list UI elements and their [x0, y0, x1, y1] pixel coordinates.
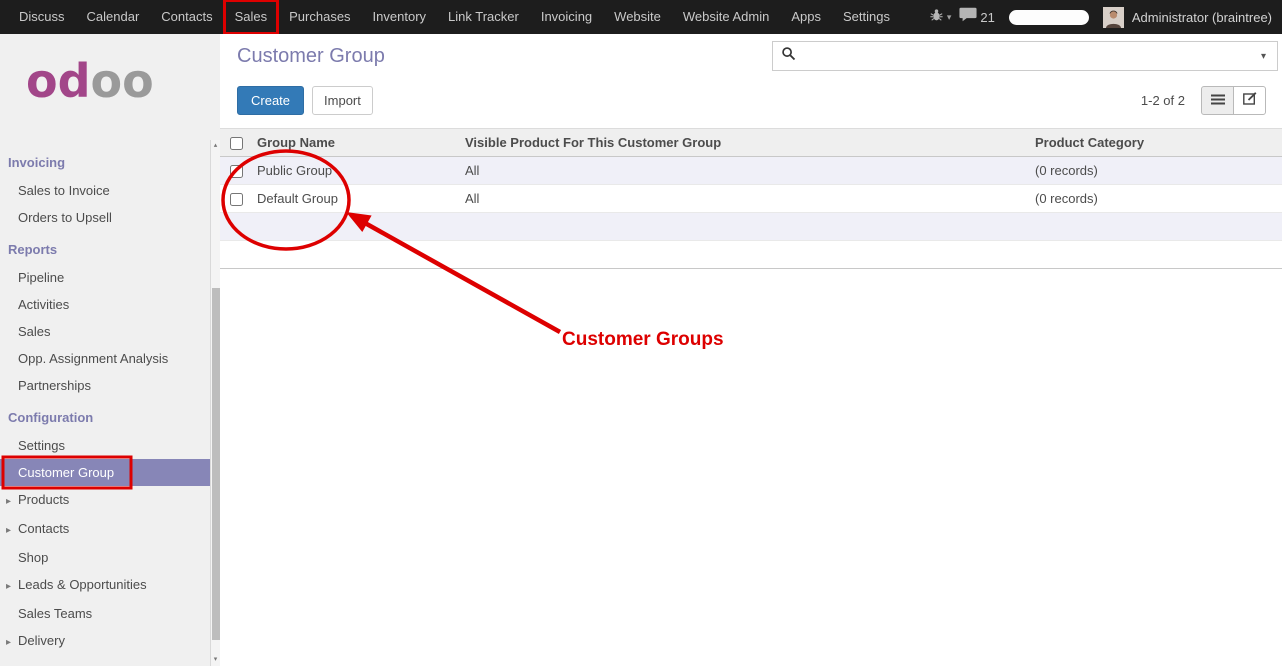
- logo-text-gray: oo: [91, 54, 154, 108]
- row-checkbox[interactable]: [230, 165, 243, 178]
- chat-bubble-icon: [959, 7, 977, 27]
- select-all-cell: [220, 129, 252, 157]
- odoo-logo: odoo: [0, 34, 220, 144]
- topbar: Discuss Calendar Contacts Sales Purchase…: [0, 0, 1282, 34]
- logo-text-purple: od: [26, 54, 91, 108]
- table-header-row: Group Name Visible Product For This Cust…: [220, 129, 1282, 157]
- row-select-cell: [220, 157, 252, 185]
- table-row-default-group[interactable]: Default Group All (0 records): [220, 185, 1282, 213]
- sidebar-item-delivery[interactable]: ▸Delivery: [0, 627, 210, 656]
- table-empty-row: [220, 241, 1282, 269]
- cell-visible-product[interactable]: All: [460, 157, 1030, 185]
- page-title: Customer Group: [237, 45, 385, 68]
- sidebar-item-pipeline[interactable]: Pipeline: [0, 264, 210, 291]
- cell-group-name[interactable]: Default Group: [252, 185, 460, 213]
- avatar[interactable]: [1103, 7, 1124, 28]
- sidebar-item-leads-opportunities[interactable]: ▸Leads & Opportunities: [0, 571, 210, 600]
- nav-item-apps[interactable]: Apps: [780, 0, 832, 34]
- nav-item-calendar[interactable]: Calendar: [76, 0, 151, 34]
- sidebar-menu: Invoicing Sales to Invoice Orders to Ups…: [0, 144, 220, 656]
- progress-indicator: [1009, 10, 1089, 25]
- caret-down-icon: ▾: [947, 12, 952, 23]
- nav-item-settings[interactable]: Settings: [832, 0, 901, 34]
- sidebar-item-activities[interactable]: Activities: [0, 291, 210, 318]
- column-header-group-name[interactable]: Group Name: [252, 129, 460, 157]
- import-button[interactable]: Import: [312, 86, 373, 115]
- cell-group-name[interactable]: Public Group: [252, 157, 460, 185]
- sidebar-item-products[interactable]: ▸Products: [0, 486, 210, 515]
- pager-text: 1-2 of 2: [1141, 93, 1185, 108]
- nav-item-website[interactable]: Website: [603, 0, 672, 34]
- expand-arrow-icon: ▸: [6, 524, 18, 537]
- sidebar-item-contacts[interactable]: ▸Contacts: [0, 515, 210, 544]
- section-title-invoicing: Invoicing: [0, 144, 220, 177]
- cell-product-category[interactable]: (0 records): [1030, 185, 1282, 213]
- expand-arrow-icon: ▸: [6, 495, 18, 508]
- list-view-button[interactable]: [1201, 86, 1234, 115]
- nav-item-link-tracker[interactable]: Link Tracker: [437, 0, 530, 34]
- sidebar-item-sales-to-invoice[interactable]: Sales to Invoice: [0, 177, 210, 204]
- sidebar: odoo Invoicing Sales to Invoice Orders t…: [0, 34, 220, 666]
- nav-item-invoicing[interactable]: Invoicing: [530, 0, 603, 34]
- table-area: Group Name Visible Product For This Cust…: [220, 128, 1282, 269]
- row-select-cell: [220, 185, 252, 213]
- search-box: ▾: [772, 41, 1278, 71]
- search-icon: [781, 46, 796, 66]
- sidebar-item-label: Contacts: [18, 521, 69, 536]
- customer-group-table: Group Name Visible Product For This Cust…: [220, 128, 1282, 269]
- sidebar-item-label: Delivery: [18, 633, 65, 648]
- expand-arrow-icon: ▸: [6, 580, 18, 593]
- search-dropdown-caret-icon[interactable]: ▾: [1258, 51, 1269, 62]
- user-menu[interactable]: Administrator (braintree): [1132, 10, 1276, 25]
- sidebar-item-settings[interactable]: Settings: [0, 432, 210, 459]
- create-button[interactable]: Create: [237, 86, 304, 115]
- search-input[interactable]: [802, 49, 1258, 64]
- scroll-down-icon[interactable]: ▾: [211, 656, 220, 664]
- bug-icon: [929, 8, 944, 27]
- select-all-checkbox[interactable]: [230, 137, 243, 150]
- top-navigation: Discuss Calendar Contacts Sales Purchase…: [8, 0, 901, 34]
- scroll-up-icon[interactable]: ▴: [211, 142, 220, 150]
- cell-visible-product[interactable]: All: [460, 185, 1030, 213]
- expand-arrow-icon: ▸: [6, 636, 18, 649]
- action-buttons-row: Create Import 1-2 of 2: [220, 78, 1282, 123]
- sidebar-item-label: Leads & Opportunities: [18, 577, 147, 592]
- cell-product-category[interactable]: (0 records): [1030, 157, 1282, 185]
- form-view-icon: [1243, 92, 1257, 110]
- sidebar-item-shop[interactable]: Shop: [0, 544, 210, 571]
- nav-item-inventory[interactable]: Inventory: [362, 0, 437, 34]
- sidebar-item-sales-teams[interactable]: Sales Teams: [0, 600, 210, 627]
- column-header-visible-product[interactable]: Visible Product For This Customer Group: [460, 129, 1030, 157]
- topbar-right: ▾ 21 Administrator (braintree): [929, 7, 1282, 28]
- row-checkbox[interactable]: [230, 193, 243, 206]
- page-layout: odoo Invoicing Sales to Invoice Orders t…: [0, 34, 1282, 666]
- nav-item-website-admin[interactable]: Website Admin: [672, 0, 780, 34]
- scrollbar-thumb[interactable]: [212, 288, 220, 640]
- table-row-public-group[interactable]: Public Group All (0 records): [220, 157, 1282, 185]
- debug-menu[interactable]: ▾: [929, 8, 952, 27]
- section-title-configuration: Configuration: [0, 399, 220, 432]
- nav-item-sales[interactable]: Sales: [224, 0, 279, 34]
- sidebar-item-sales[interactable]: Sales: [0, 318, 210, 345]
- list-view-icon: [1211, 92, 1225, 110]
- nav-item-discuss[interactable]: Discuss: [8, 0, 76, 34]
- message-count-badge: 21: [980, 10, 994, 25]
- column-header-product-category[interactable]: Product Category: [1030, 129, 1282, 157]
- sidebar-item-label: Products: [18, 492, 69, 507]
- sidebar-item-orders-to-upsell[interactable]: Orders to Upsell: [0, 204, 210, 231]
- control-panel: Customer Group ▾: [220, 34, 1282, 78]
- nav-item-contacts[interactable]: Contacts: [150, 0, 223, 34]
- sidebar-item-opp-assignment-analysis[interactable]: Opp. Assignment Analysis: [0, 345, 210, 372]
- odoo-app-window: Discuss Calendar Contacts Sales Purchase…: [0, 0, 1282, 666]
- nav-item-purchases[interactable]: Purchases: [278, 0, 361, 34]
- table-empty-row: [220, 213, 1282, 241]
- section-title-reports: Reports: [0, 231, 220, 264]
- sidebar-item-partnerships[interactable]: Partnerships: [0, 372, 210, 399]
- main-content: Customer Group ▾ Create Import 1-2 of 2: [220, 34, 1282, 666]
- form-view-button[interactable]: [1233, 86, 1266, 115]
- messages-menu[interactable]: 21: [959, 7, 994, 27]
- sidebar-item-customer-group[interactable]: Customer Group: [0, 459, 210, 486]
- sidebar-scrollbar[interactable]: ▴ ▾: [210, 140, 220, 666]
- pager-group: 1-2 of 2: [1141, 86, 1266, 115]
